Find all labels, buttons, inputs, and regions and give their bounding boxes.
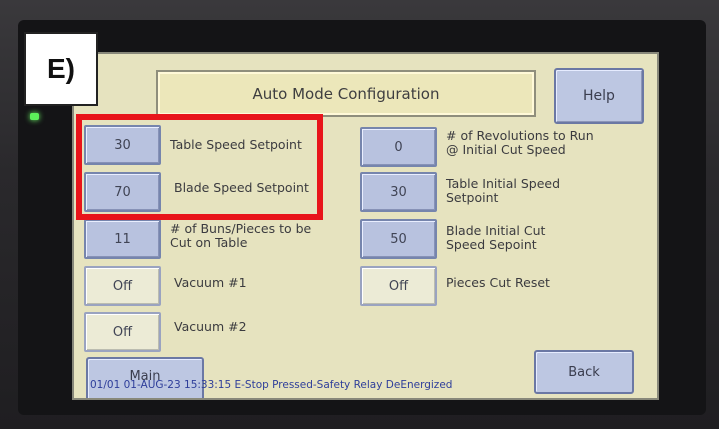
back-button[interactable]: Back: [534, 350, 634, 394]
blade-initial-cut-speed-label-line2: Speed Sepoint: [446, 237, 537, 252]
blade-initial-cut-speed-label: Blade Initial Cut Speed Sepoint: [446, 224, 545, 252]
table-initial-speed-label-line1: Table Initial Speed: [446, 176, 561, 191]
annotation-highlight-box: [76, 114, 323, 220]
vacuum-1-label: Vacuum #1: [174, 275, 247, 290]
hmi-screen: Auto Mode Configuration Help 30 Table Sp…: [72, 52, 659, 400]
blade-initial-cut-speed-value[interactable]: 50: [360, 219, 437, 259]
pieces-cut-reset-label: Pieces Cut Reset: [446, 275, 550, 290]
pieces-to-cut-label-line1: # of Buns/Pieces to be: [170, 221, 312, 236]
vacuum-1-toggle[interactable]: Off: [84, 266, 161, 306]
pieces-to-cut-label-line2: Cut on Table: [170, 235, 248, 250]
power-led-indicator: [30, 113, 39, 120]
initial-cut-revolutions-label: # of Revolutions to Run @ Initial Cut Sp…: [446, 129, 594, 157]
status-bar-message: 01/01 01-AUG-23 15:33:15 E-Stop Pressed-…: [90, 379, 453, 391]
initial-cut-revolutions-value[interactable]: 0: [360, 127, 437, 167]
annotation-tag: E): [24, 32, 98, 106]
page-title: Auto Mode Configuration: [156, 70, 536, 117]
pieces-to-cut-label: # of Buns/Pieces to be Cut on Table: [170, 222, 311, 250]
table-initial-speed-label-line2: Setpoint: [446, 190, 499, 205]
blade-initial-cut-speed-label-line1: Blade Initial Cut: [446, 223, 546, 238]
initial-cut-revolutions-label-line2: @ Initial Cut Speed: [446, 142, 566, 157]
help-button[interactable]: Help: [554, 68, 644, 124]
vacuum-2-toggle[interactable]: Off: [84, 312, 161, 352]
table-initial-speed-label: Table Initial Speed Setpoint: [446, 177, 560, 205]
table-initial-speed-value[interactable]: 30: [360, 172, 437, 212]
vacuum-2-label: Vacuum #2: [174, 319, 247, 334]
pieces-cut-reset-toggle[interactable]: Off: [360, 266, 437, 306]
initial-cut-revolutions-label-line1: # of Revolutions to Run: [446, 128, 594, 143]
pieces-to-cut-value[interactable]: 11: [84, 219, 161, 259]
